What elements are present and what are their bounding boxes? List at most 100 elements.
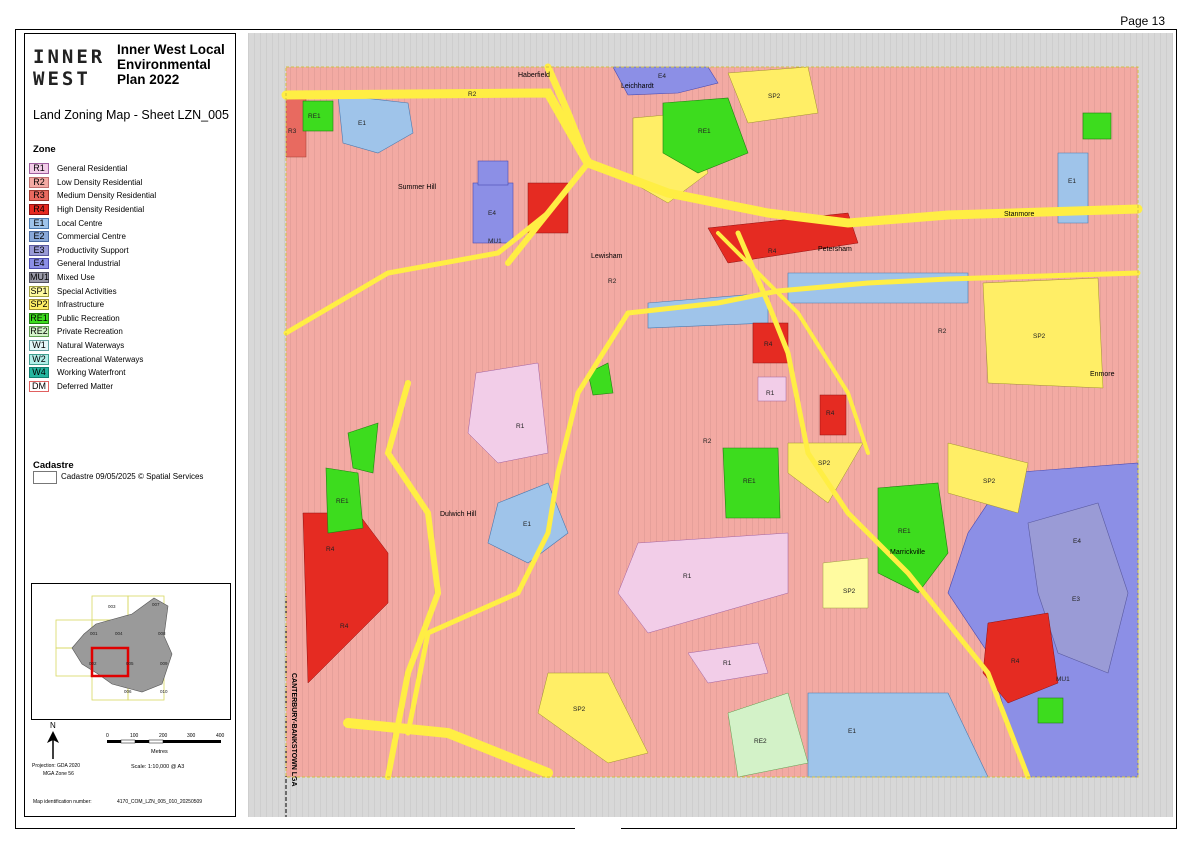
zone-e4-west2 bbox=[477, 160, 509, 186]
legend-row-r4: R4 High Density Residential bbox=[29, 203, 156, 217]
map-label-e4c: E4 bbox=[658, 73, 666, 80]
legend-swatch-re2: RE2 bbox=[29, 326, 49, 338]
legend-row-e2: E2 Commercial Centre bbox=[29, 230, 156, 244]
map-label-re1-b: RE1 bbox=[743, 478, 756, 485]
map-label-e1d: E1 bbox=[523, 521, 531, 528]
place-haberfield: Haberfield bbox=[518, 72, 550, 79]
legend-swatch-dm: DM bbox=[29, 380, 49, 392]
map-label-e3: E3 bbox=[1072, 596, 1080, 603]
lga-label: CANTERBURY-BANKSTOWN LGA bbox=[290, 673, 297, 787]
map-label-r4e: R4 bbox=[826, 410, 835, 417]
map-label-r4b: R4 bbox=[326, 546, 335, 553]
scale-tick-400: 400 bbox=[216, 733, 225, 739]
map-label-r1c: R1 bbox=[766, 390, 775, 397]
map-label-mu1b: MU1 bbox=[1056, 676, 1070, 683]
place-enmore: Enmore bbox=[1090, 371, 1115, 378]
map-id-label: Map identification number: bbox=[33, 799, 92, 805]
map-label-r4d: R4 bbox=[1011, 658, 1020, 665]
scale-svg: N Projection: GDA 2020 MGA Zone 56 0 100… bbox=[32, 721, 225, 777]
legend-row-r3: R3 Medium Density Residential bbox=[29, 189, 156, 203]
map-label-r2d: R2 bbox=[938, 328, 947, 335]
map-label-sp2-a: SP2 bbox=[768, 93, 781, 100]
map-label-r1b: R1 bbox=[683, 573, 692, 580]
legend-swatch-w2: W2 bbox=[29, 353, 49, 365]
legend-row-e3: E3 Productivity Support bbox=[29, 244, 156, 258]
logo-line1: INNER bbox=[33, 46, 106, 68]
legend-label-dm: Deferred Matter bbox=[57, 381, 114, 391]
scale-unit: Metres bbox=[151, 749, 168, 755]
map-title: Inner West Local Environmental Plan 2022 bbox=[117, 42, 225, 87]
legend-row-e1: E1 Local Centre bbox=[29, 216, 156, 230]
legend-swatch-re1: RE1 bbox=[29, 312, 49, 324]
sheet-007: 007 bbox=[152, 602, 160, 607]
legend-label-re1: Public Recreation bbox=[57, 313, 120, 323]
sheet-002: 002 bbox=[89, 661, 97, 666]
legend-label-w1: Natural Waterways bbox=[57, 341, 125, 351]
legend-row-mu1: MU1 Mixed Use bbox=[29, 271, 156, 285]
legend-row-e4: E4 General Industrial bbox=[29, 257, 156, 271]
legend-row-re1: RE1 Public Recreation bbox=[29, 312, 156, 326]
cadastre-heading: Cadastre bbox=[33, 460, 74, 471]
sheet-009: 009 bbox=[160, 661, 168, 666]
map-label-sp1: SP2 bbox=[843, 588, 856, 595]
logo-line2: WEST bbox=[33, 68, 91, 90]
legend-swatch-r4: R4 bbox=[29, 204, 49, 216]
legend-swatch-r1: R1 bbox=[29, 163, 49, 175]
legend-label-r2: Low Density Residential bbox=[57, 177, 143, 187]
sheet-005: 005 bbox=[126, 661, 134, 666]
zone-r1-d bbox=[757, 376, 787, 402]
key-map: 003 007 001 004 008 002 005 009 006 010 bbox=[31, 583, 231, 720]
legend-swatch-sp1: SP1 bbox=[29, 285, 49, 297]
legend-swatch-r2: R2 bbox=[29, 176, 49, 188]
place-lewisham: Lewisham bbox=[591, 253, 623, 260]
legend-label-e1: Local Centre bbox=[57, 218, 103, 228]
legend-swatch-w1: W1 bbox=[29, 340, 49, 352]
map-label-r4f: R4 bbox=[764, 341, 773, 348]
sheet-003: 003 bbox=[108, 604, 116, 609]
legend-row-sp2: SP2 Infrastructure bbox=[29, 298, 156, 312]
zone-legend: R1 General Residential R2 Low Density Resid… bbox=[29, 162, 156, 393]
place-summer-hill: Summer Hill bbox=[398, 184, 437, 191]
legend-label-r3: Medium Density Residential bbox=[57, 191, 157, 201]
map-label-r2b: R2 bbox=[608, 278, 617, 285]
map-label-re1-e: RE1 bbox=[308, 113, 321, 120]
legend-row-w2: W2 Recreational Waterways bbox=[29, 352, 156, 366]
scale-area: N Projection: GDA 2020 MGA Zone 56 0 100… bbox=[29, 719, 233, 789]
scale-tick-200: 200 bbox=[159, 733, 168, 739]
map-label-r4c: R4 bbox=[768, 248, 777, 255]
zone-sp1 bbox=[822, 557, 869, 609]
legend-swatch-e2: E2 bbox=[29, 231, 49, 243]
map-label-sp2-b: SP2 bbox=[1033, 333, 1046, 340]
legend-swatch-sp2: SP2 bbox=[29, 299, 49, 311]
legend-label-sp2: Infrastructure bbox=[57, 300, 105, 310]
map-label-r1a: R1 bbox=[516, 423, 525, 430]
map-label-r3: R3 bbox=[288, 128, 297, 135]
map-label-r2: R2 bbox=[468, 91, 477, 98]
legend-row-dm: DM Deferred Matter bbox=[29, 380, 156, 394]
cadastre-label: Cadastre 09/05/2025 © Spatial Services bbox=[61, 472, 204, 481]
legend-panel: INNER WEST Inner West Local Environmenta… bbox=[24, 33, 236, 817]
place-dulwich-hill: Dulwich Hill bbox=[440, 511, 477, 518]
map-label-r2c: R2 bbox=[703, 438, 712, 445]
scale-text: Scale: 1:10,000 @ A3 bbox=[131, 764, 184, 770]
land-zoning-map[interactable]: CANTERBURY-BANKSTOWN LGA Haberfield Leic… bbox=[248, 33, 1173, 817]
map-label-sp2-e: SP2 bbox=[573, 706, 586, 713]
legend-row-w1: W1 Natural Waterways bbox=[29, 339, 156, 353]
map-label-r4a: R4 bbox=[340, 623, 349, 630]
legend-label-r1: General Residential bbox=[57, 164, 128, 174]
legend-label-w4: Working Waterfront bbox=[57, 368, 126, 378]
place-marrickville: Marrickville bbox=[890, 549, 925, 556]
map-label-mu1: MU1 bbox=[488, 238, 502, 245]
map-label-sp2-d: SP2 bbox=[983, 478, 996, 485]
legend-swatch-e4: E4 bbox=[29, 258, 49, 270]
map-label-e1: E1 bbox=[358, 120, 366, 127]
sheet-010: 010 bbox=[160, 689, 168, 694]
sheet-001: 001 bbox=[90, 631, 98, 636]
legend-row-r1: R1 General Residential bbox=[29, 162, 156, 176]
mga-zone-label: MGA Zone 56 bbox=[43, 771, 74, 777]
map-label-sp2-c: SP2 bbox=[818, 460, 831, 467]
legend-label-re2: Private Recreation bbox=[57, 327, 123, 337]
map-svg[interactable]: CANTERBURY-BANKSTOWN LGA Haberfield Leic… bbox=[248, 33, 1173, 817]
map-label-re2: RE2 bbox=[754, 738, 767, 745]
legend-label-w2: Recreational Waterways bbox=[57, 354, 144, 364]
